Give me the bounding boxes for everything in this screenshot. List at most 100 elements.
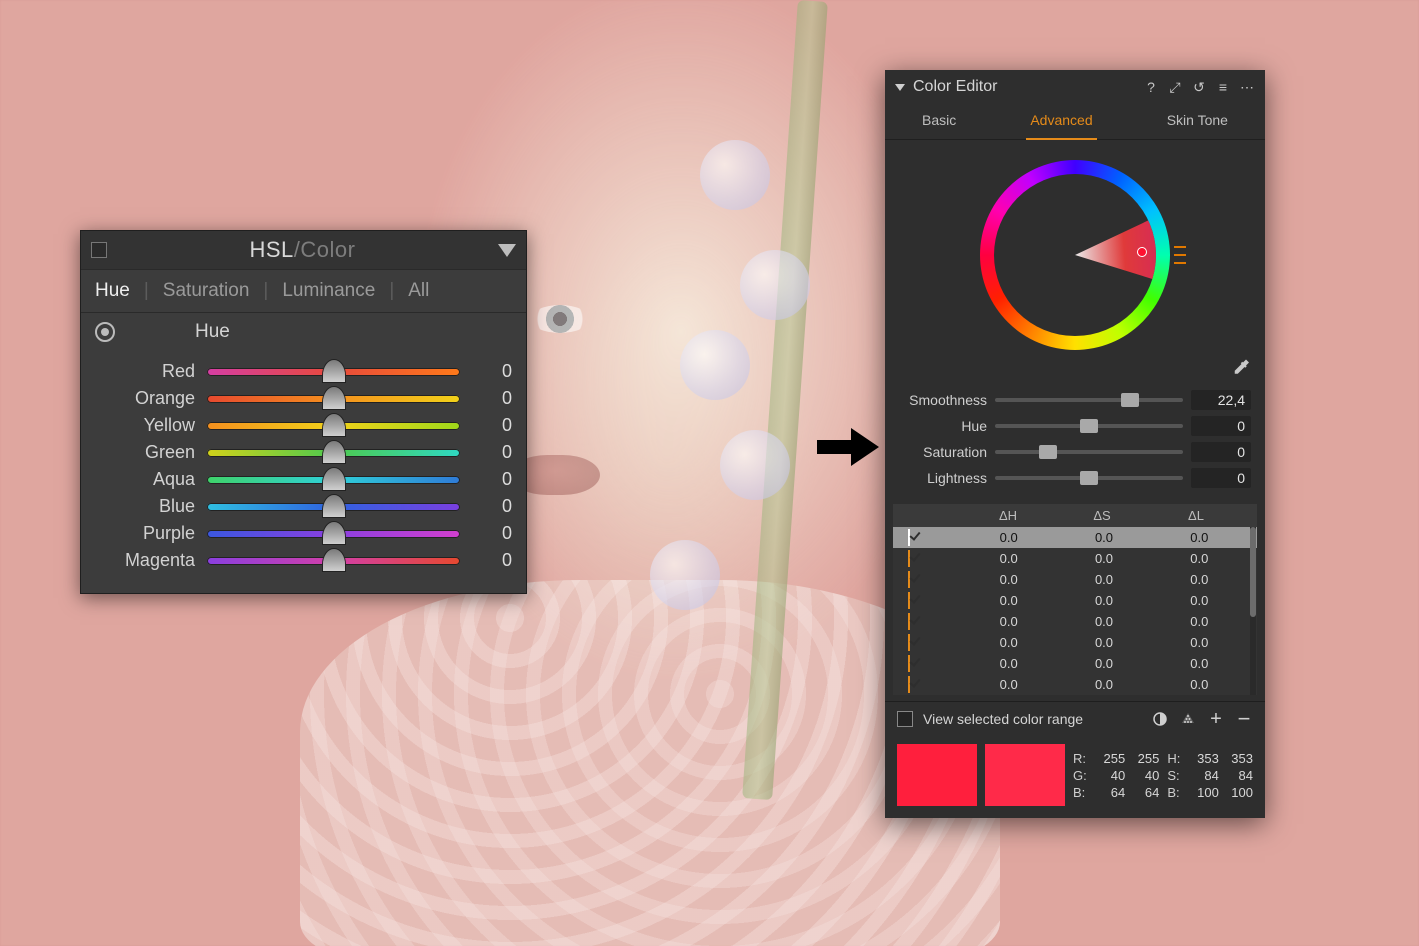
slider-thumb[interactable] — [323, 549, 345, 571]
selection-dot[interactable] — [1137, 247, 1147, 257]
slider-thumb[interactable] — [323, 441, 345, 463]
background-photo — [700, 140, 770, 210]
eyedropper-icon[interactable] — [1231, 358, 1249, 376]
slider-track[interactable] — [207, 449, 460, 457]
view-range-checkbox[interactable] — [897, 711, 913, 727]
range-handles[interactable] — [1174, 246, 1186, 264]
slider-thumb[interactable] — [1080, 419, 1098, 433]
slider-thumb[interactable] — [1121, 393, 1139, 407]
table-row[interactable]: 0.00.00.0 — [893, 632, 1257, 653]
table-row[interactable]: 0.00.00.0 — [893, 611, 1257, 632]
slider-thumb[interactable] — [323, 468, 345, 490]
row-checkbox[interactable] — [908, 634, 910, 651]
background-photo — [650, 540, 720, 610]
tab-advanced[interactable]: Advanced — [1026, 104, 1096, 140]
remove-icon[interactable]: − — [1235, 710, 1253, 728]
row-checkbox[interactable] — [908, 592, 910, 609]
slider-track[interactable] — [207, 503, 460, 511]
slider-track[interactable] — [207, 557, 460, 565]
slider-label: Green — [95, 442, 195, 463]
cell-dh: 0.0 — [961, 593, 1056, 608]
slider-track[interactable] — [207, 476, 460, 484]
presets-icon[interactable]: ≡ — [1215, 79, 1231, 95]
slider-track[interactable] — [995, 476, 1183, 480]
color-wheel[interactable] — [980, 160, 1170, 350]
mask-icon[interactable] — [1151, 710, 1169, 728]
tab-skin-tone[interactable]: Skin Tone — [1163, 104, 1232, 139]
tab-basic[interactable]: Basic — [918, 104, 960, 139]
tab-hue[interactable]: Hue — [95, 280, 130, 302]
slider-value[interactable]: 0 — [472, 442, 512, 463]
tab-luminance[interactable]: Luminance — [282, 280, 375, 302]
slider-thumb[interactable] — [1080, 471, 1098, 485]
background-photo — [530, 305, 590, 333]
row-checkbox[interactable] — [908, 571, 910, 588]
panel-switch-icon[interactable] — [91, 242, 107, 258]
cell-dl: 0.0 — [1152, 635, 1247, 650]
title-color[interactable]: Color — [300, 237, 355, 262]
collapse-icon[interactable] — [498, 244, 516, 257]
slider-value[interactable]: 0 — [1191, 416, 1251, 436]
cell-dh: 0.0 — [961, 635, 1056, 650]
targeted-adjustment-icon[interactable] — [95, 322, 115, 342]
slider-hue: Hue0 — [899, 416, 1251, 436]
arrow-right-icon — [817, 426, 879, 468]
table-row[interactable]: 0.00.00.0 — [893, 590, 1257, 611]
hsl-panel-title: HSL/Color — [250, 237, 356, 263]
slider-track[interactable] — [207, 395, 460, 403]
row-checkbox[interactable] — [908, 613, 910, 630]
row-checkbox[interactable] — [908, 655, 910, 672]
row-checkbox[interactable] — [908, 550, 910, 567]
table-row[interactable]: 0.00.00.0 — [893, 527, 1257, 548]
slider-value[interactable]: 22,4 — [1191, 390, 1251, 410]
slider-value[interactable]: 0 — [472, 469, 512, 490]
row-checkbox[interactable] — [908, 529, 910, 546]
slider-thumb[interactable] — [323, 360, 345, 382]
slider-value[interactable]: 0 — [1191, 468, 1251, 488]
slider-value[interactable]: 0 — [472, 415, 512, 436]
slider-value[interactable]: 0 — [472, 361, 512, 382]
expand-icon[interactable]: ⤢ — [1167, 79, 1183, 95]
row-checkbox[interactable] — [908, 676, 910, 693]
slider-track[interactable] — [207, 530, 460, 538]
slider-value[interactable]: 0 — [1191, 442, 1251, 462]
scrollbar[interactable] — [1250, 527, 1256, 695]
slider-track[interactable] — [995, 398, 1183, 402]
cell-dh: 0.0 — [961, 656, 1056, 671]
slider-thumb[interactable] — [1039, 445, 1057, 459]
tab-saturation[interactable]: Saturation — [163, 280, 250, 302]
selection-wedge[interactable] — [994, 174, 1156, 336]
help-icon[interactable]: ? — [1143, 79, 1159, 95]
collapse-icon[interactable] — [895, 84, 905, 91]
slider-track[interactable] — [995, 424, 1183, 428]
slider-value[interactable]: 0 — [472, 496, 512, 517]
more-icon[interactable]: ⋯ — [1239, 79, 1255, 95]
table-row[interactable]: 0.00.00.0 — [893, 653, 1257, 674]
slider-thumb[interactable] — [323, 387, 345, 409]
slider-track[interactable] — [995, 450, 1183, 454]
slider-thumb[interactable] — [323, 495, 345, 517]
tab-all[interactable]: All — [408, 280, 429, 302]
title-hsl[interactable]: HSL — [250, 237, 294, 262]
slider-value[interactable]: 0 — [472, 523, 512, 544]
slider-track[interactable] — [207, 422, 460, 430]
cell-dl: 0.0 — [1152, 677, 1247, 692]
color-editor-tabs: Basic Advanced Skin Tone — [885, 104, 1265, 140]
slider-track[interactable] — [207, 368, 460, 376]
invert-icon[interactable] — [1179, 710, 1197, 728]
slider-thumb[interactable] — [323, 522, 345, 544]
reset-icon[interactable]: ↺ — [1191, 79, 1207, 95]
cell-dl: 0.0 — [1152, 656, 1247, 671]
table-row[interactable]: 0.00.00.0 — [893, 674, 1257, 695]
slider-value[interactable]: 0 — [472, 550, 512, 571]
hsl-sliders: Red0Orange0Yellow0Green0Aqua0Blue0Purple… — [81, 351, 526, 593]
panel-title: Color Editor — [913, 78, 1135, 96]
add-icon[interactable]: + — [1207, 710, 1225, 728]
table-row[interactable]: 0.00.00.0 — [893, 548, 1257, 569]
slider-magenta: Magenta0 — [95, 550, 512, 571]
table-row[interactable]: 0.00.00.0 — [893, 569, 1257, 590]
col-dl: ΔL — [1149, 508, 1243, 523]
slider-thumb[interactable] — [323, 414, 345, 436]
color-editor-sliders: Smoothness22,4Hue0Saturation0Lightness0 — [885, 382, 1265, 504]
slider-value[interactable]: 0 — [472, 388, 512, 409]
